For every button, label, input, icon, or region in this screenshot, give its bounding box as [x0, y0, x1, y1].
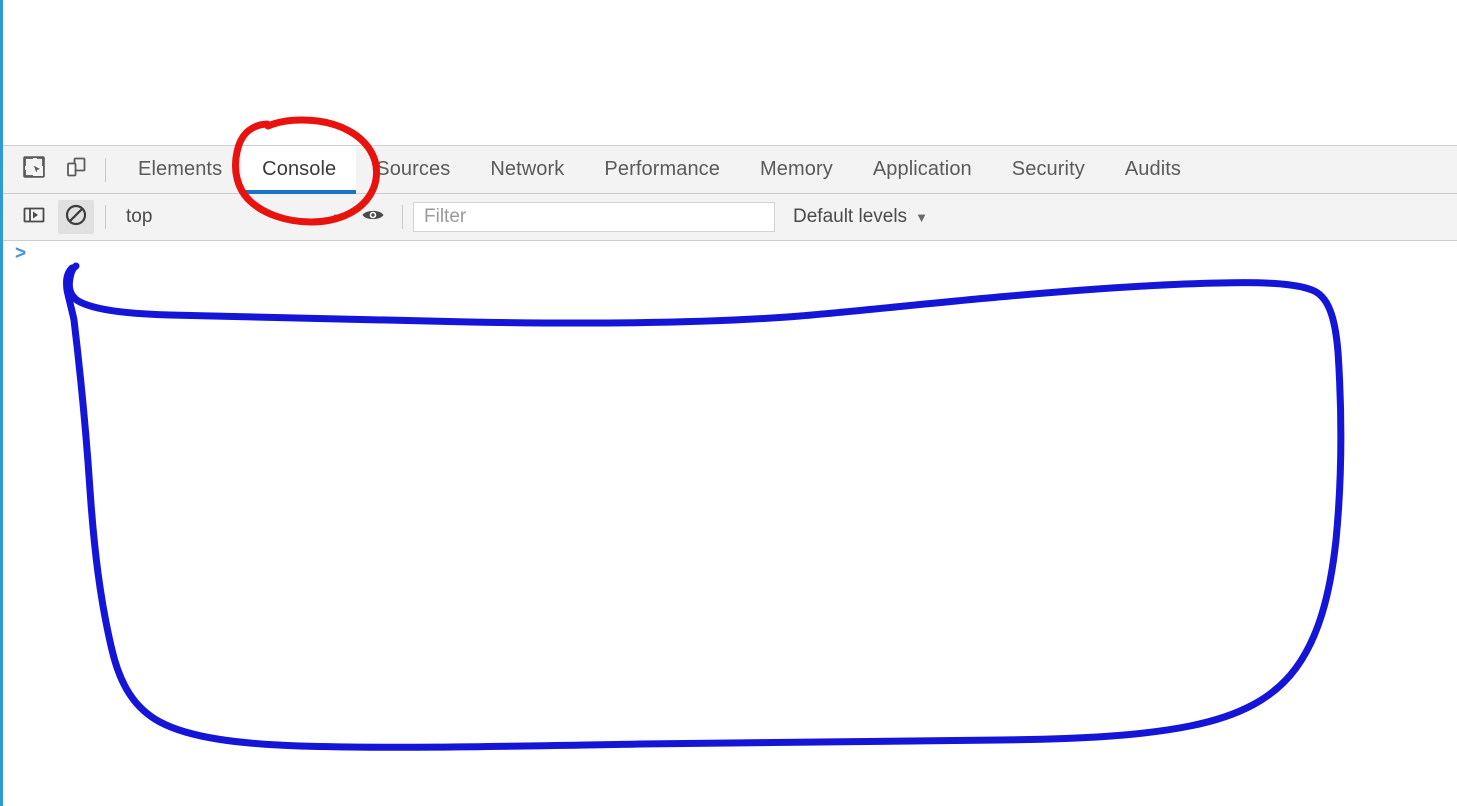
- log-levels-select[interactable]: Default levels ▼: [787, 202, 934, 232]
- tab-memory[interactable]: Memory: [740, 146, 853, 193]
- console-message-area[interactable]: >: [3, 241, 1457, 805]
- inspected-page-viewport: [3, 0, 1457, 145]
- log-levels-label: Default levels: [793, 206, 908, 227]
- live-expression-button[interactable]: [355, 200, 391, 234]
- tab-sources[interactable]: Sources: [356, 146, 470, 193]
- tab-console[interactable]: Console: [242, 146, 357, 194]
- devtools-window: Elements Console Sources Network Perform…: [0, 0, 1457, 806]
- filter-input[interactable]: Filter: [413, 202, 775, 232]
- toolbar-divider-3: [402, 205, 403, 229]
- toolbar-divider-1: [105, 157, 106, 182]
- execution-context-value: top: [126, 206, 153, 227]
- clear-console-button[interactable]: [58, 200, 94, 234]
- tab-label: Security: [1011, 158, 1085, 180]
- console-filter-toolbar: top ▼ Filter Default levels ▼: [3, 194, 1457, 241]
- tab-elements[interactable]: Elements: [118, 146, 242, 193]
- tab-application[interactable]: Application: [853, 146, 992, 193]
- inspect-element-button[interactable]: [16, 153, 52, 187]
- inspect-element-icon: [22, 155, 46, 184]
- tab-label: Performance: [604, 158, 720, 180]
- devtools-toolbar-icons: [3, 146, 118, 193]
- devtools-panel: Elements Console Sources Network Perform…: [3, 145, 1457, 806]
- tab-audits[interactable]: Audits: [1105, 146, 1201, 193]
- tab-label: Elements: [138, 158, 223, 180]
- clear-console-icon: [64, 203, 88, 232]
- chevron-down-icon: ▼: [331, 209, 344, 225]
- filter-placeholder: Filter: [424, 206, 467, 227]
- console-prompt-chevron-icon: >: [15, 243, 27, 264]
- toolbar-divider-2: [105, 205, 106, 229]
- tab-label: Console: [262, 158, 337, 180]
- eye-icon: [360, 202, 386, 233]
- device-toolbar-icon: [64, 155, 88, 184]
- console-sidebar-icon: [22, 203, 46, 232]
- tab-performance[interactable]: Performance: [584, 146, 740, 193]
- tab-label: Memory: [760, 158, 833, 180]
- tab-security[interactable]: Security: [992, 146, 1105, 193]
- tab-label: Audits: [1124, 158, 1182, 180]
- device-toolbar-button[interactable]: [58, 153, 94, 187]
- panel-tabs: Elements Console Sources Network Perform…: [118, 146, 1457, 194]
- tab-label: Network: [490, 158, 565, 180]
- execution-context-select[interactable]: top ▼: [114, 202, 352, 232]
- console-sidebar-button[interactable]: [16, 200, 52, 234]
- tab-label: Application: [872, 158, 972, 180]
- tab-network[interactable]: Network: [470, 146, 584, 193]
- devtools-tabbar: Elements Console Sources Network Perform…: [3, 145, 1457, 194]
- chevron-down-icon: ▼: [915, 209, 928, 225]
- tab-label: Sources: [376, 158, 451, 180]
- console-prompt-row[interactable]: >: [3, 241, 1457, 274]
